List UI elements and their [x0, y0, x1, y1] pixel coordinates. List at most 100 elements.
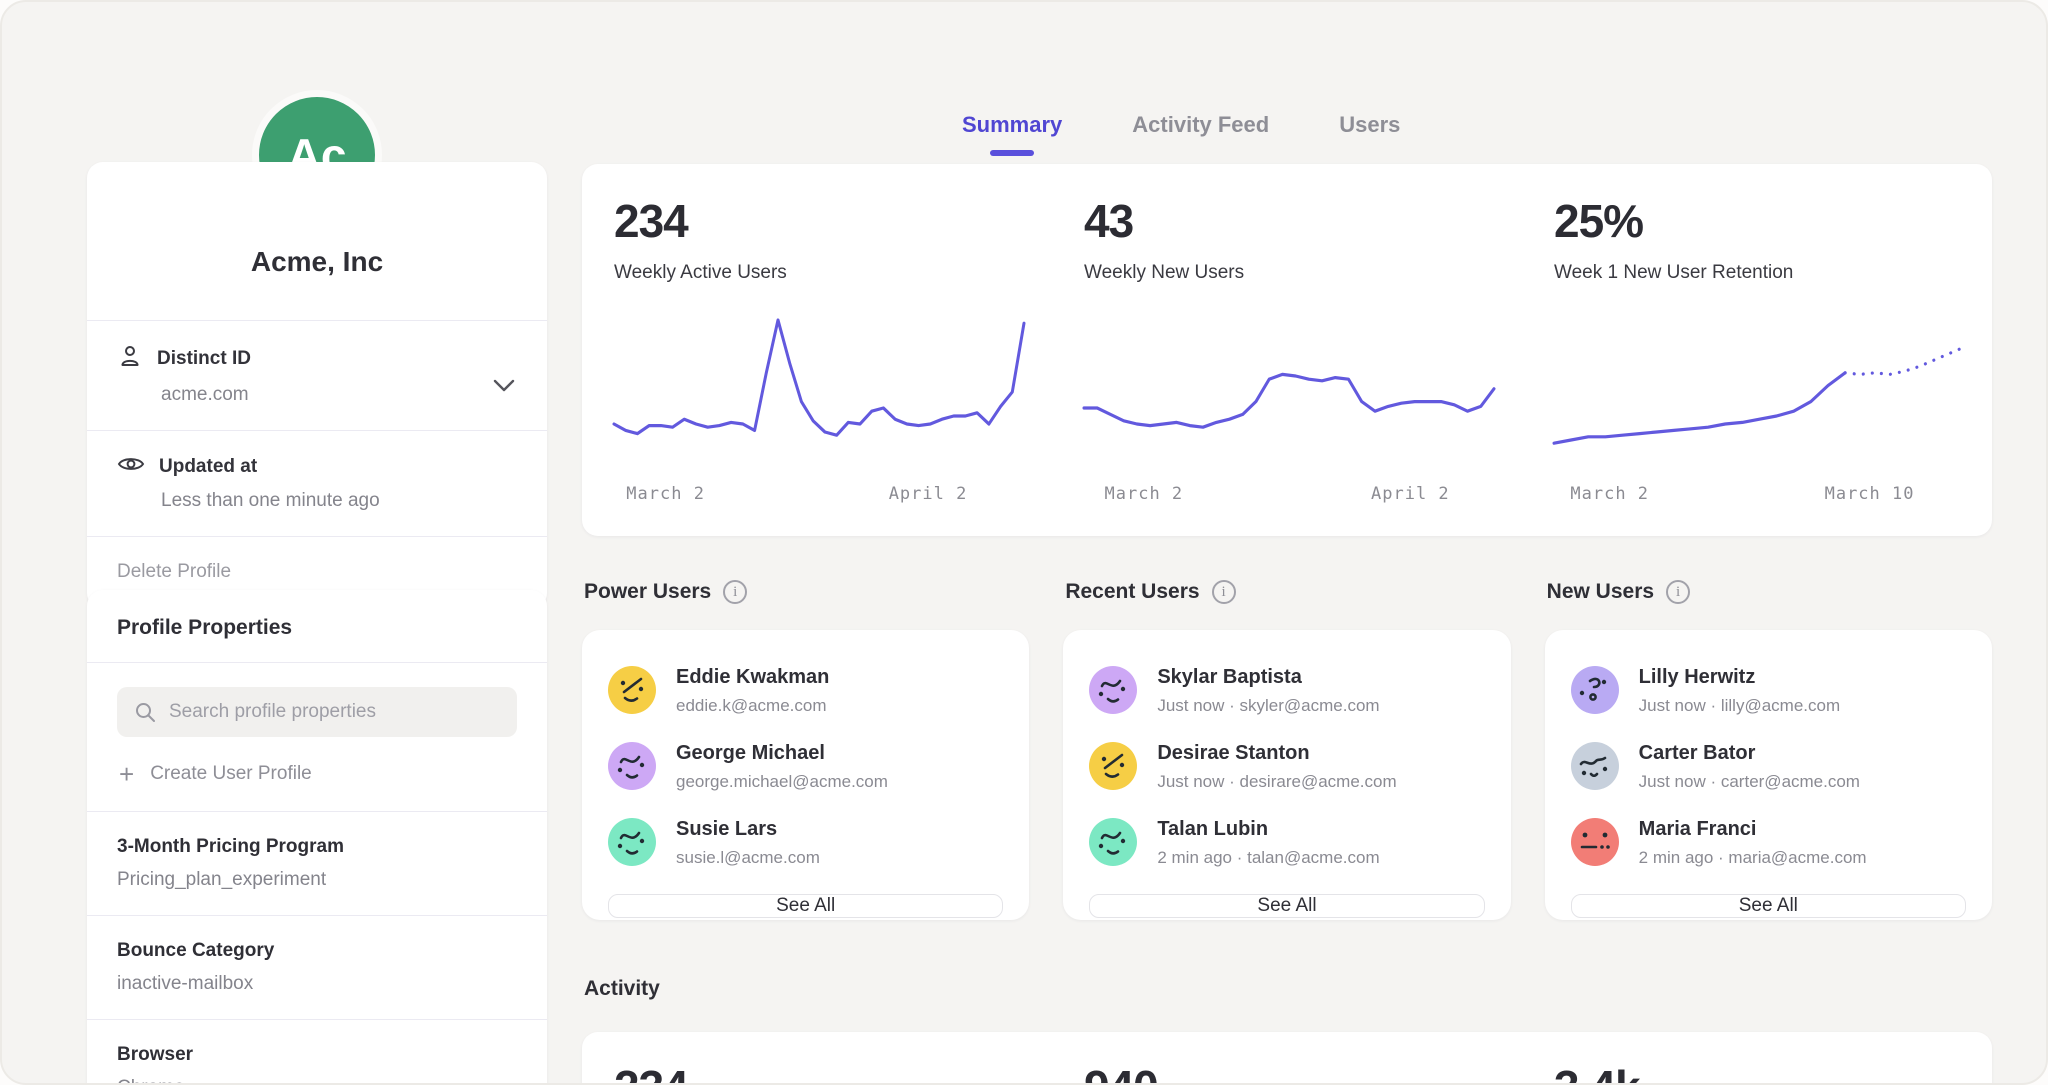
- see-all-button[interactable]: See All: [608, 894, 1003, 918]
- person-icon: [117, 343, 143, 374]
- profile-properties-search: [117, 687, 517, 737]
- tab-activity-feed[interactable]: Activity Feed: [1132, 112, 1269, 156]
- user-avatar: [608, 666, 656, 714]
- user-subtitle: george.michael@acme.com: [676, 772, 888, 792]
- user-list-item[interactable]: Maria Franci 2 min ago · maria@acme.com: [1571, 818, 1966, 868]
- search-icon: [133, 700, 157, 729]
- profile-properties-card: Profile Properties + Create User Profile…: [87, 590, 547, 1085]
- sparkline-svg: [1554, 312, 1964, 472]
- user-subtitle: susie.l@acme.com: [676, 848, 820, 868]
- x-axis-ticks: March 2April 2: [614, 484, 1024, 514]
- user-avatar: [1089, 742, 1137, 790]
- user-avatar: [1571, 666, 1619, 714]
- user-section-title: New Users: [1547, 580, 1654, 604]
- profile-field-label: Distinct ID: [157, 348, 251, 370]
- activity-stat-value: 3.4k: [1522, 1032, 1992, 1085]
- user-avatar: [608, 818, 656, 866]
- user-name: Maria Franci: [1639, 818, 1867, 841]
- profile-property-row[interactable]: 3-Month Pricing Program Pricing_plan_exp…: [87, 812, 547, 915]
- tab-users[interactable]: Users: [1339, 112, 1400, 156]
- user-subtitle: Just now · skyler@acme.com: [1157, 696, 1379, 716]
- profile-field-value: Less than one minute ago: [161, 490, 517, 512]
- user-list-item[interactable]: Lilly Herwitz Just now · lilly@acme.com: [1571, 666, 1966, 716]
- activity-stat-value: 940: [1052, 1032, 1522, 1085]
- plus-icon: +: [119, 765, 134, 783]
- x-axis-tick-label: April 2: [889, 484, 968, 504]
- see-all-button[interactable]: See All: [1089, 894, 1484, 918]
- x-axis-tick-label: March 2: [1105, 484, 1184, 504]
- user-name: Carter Bator: [1639, 742, 1860, 765]
- user-list-item[interactable]: Skylar Baptista Just now · skyler@acme.c…: [1089, 666, 1484, 716]
- eye-icon: [117, 453, 145, 480]
- summary-stats-card: 234 Weekly Active Users March 2April 2 4…: [582, 164, 1992, 536]
- user-name: Susie Lars: [676, 818, 820, 841]
- user-avatar: [1089, 818, 1137, 866]
- x-axis-tick-label: April 2: [1371, 484, 1450, 504]
- profile-property-row[interactable]: Bounce Category inactive-mailbox: [87, 916, 547, 1019]
- user-section-recent-users: Recent Users i Skylar Baptista Just now …: [1063, 580, 1510, 920]
- stat-value: 43: [1084, 194, 1494, 248]
- stat-column: 43 Weekly New Users March 2 April 2: [1052, 164, 1522, 536]
- profile-field-row[interactable]: Updated at Less than one minute ago: [87, 431, 547, 536]
- user-list-item[interactable]: George Michael george.michael@acme.com: [608, 742, 1003, 792]
- company-profile-card: Acme, Inc Distinct ID acme.com Updated a…: [87, 162, 547, 609]
- property-name: Browser: [117, 1044, 517, 1066]
- activity-card: 2349403.4k: [582, 1032, 1992, 1085]
- user-name: Lilly Herwitz: [1639, 666, 1840, 689]
- user-list-item[interactable]: Susie Lars susie.l@acme.com: [608, 818, 1003, 868]
- user-name: George Michael: [676, 742, 888, 765]
- user-name: Skylar Baptista: [1157, 666, 1379, 689]
- user-list-item[interactable]: Eddie Kwakman eddie.k@acme.com: [608, 666, 1003, 716]
- user-section-power-users: Power Users i Eddie Kwakman eddie.k@acme…: [582, 580, 1029, 920]
- property-value: inactive-mailbox: [117, 973, 517, 995]
- user-list-card: Eddie Kwakman eddie.k@acme.com George Mi…: [582, 630, 1029, 920]
- profile-dashboard: Ac Acme, Inc Distinct ID acme.com: [0, 0, 2048, 1085]
- user-list-item[interactable]: Talan Lubin 2 min ago · talan@acme.com: [1089, 818, 1484, 868]
- company-title-block: Acme, Inc: [87, 162, 547, 320]
- stat-label: Weekly Active Users: [614, 262, 1024, 284]
- info-icon[interactable]: i: [723, 580, 747, 604]
- property-name: 3-Month Pricing Program: [117, 836, 517, 858]
- user-avatar: [608, 742, 656, 790]
- x-axis-tick-label: March 2: [1570, 484, 1649, 504]
- profile-field-row[interactable]: Distinct ID acme.com: [87, 321, 547, 430]
- profile-properties-title: Profile Properties: [87, 590, 547, 662]
- profile-property-row[interactable]: Browser Chrome: [87, 1020, 547, 1085]
- stat-value: 25%: [1554, 194, 1964, 248]
- sparkline-chart: March 2March 10: [1554, 312, 1964, 508]
- user-avatar: [1089, 666, 1137, 714]
- user-subtitle: Just now · lilly@acme.com: [1639, 696, 1840, 716]
- profile-field-value: acme.com: [161, 384, 517, 406]
- create-user-profile-button[interactable]: + Create User Profile: [87, 737, 547, 811]
- profile-tabs: Summary Activity Feed Users: [962, 112, 1400, 156]
- user-avatar: [1571, 818, 1619, 866]
- activity-stat-value: 234: [582, 1032, 1052, 1085]
- sparkline-chart: March 2April 2: [614, 312, 1024, 508]
- info-icon[interactable]: i: [1666, 580, 1690, 604]
- user-name: Desirae Stanton: [1157, 742, 1396, 765]
- user-list-item[interactable]: Desirae Stanton Just now · desirare@acme…: [1089, 742, 1484, 792]
- create-user-profile-label: Create User Profile: [150, 763, 312, 785]
- info-icon[interactable]: i: [1212, 580, 1236, 604]
- property-name: Bounce Category: [117, 940, 517, 962]
- tab-summary[interactable]: Summary: [962, 112, 1062, 156]
- chevron-down-icon[interactable]: [493, 379, 515, 398]
- activity-title: Activity: [584, 977, 660, 1001]
- user-section-title: Power Users: [584, 580, 711, 604]
- user-name: Eddie Kwakman: [676, 666, 829, 689]
- search-profile-properties-input[interactable]: [117, 687, 517, 737]
- stat-label: Weekly New Users: [1084, 262, 1494, 284]
- user-subtitle: Just now · carter@acme.com: [1639, 772, 1860, 792]
- x-axis-ticks: March 2 April 2: [1084, 484, 1494, 514]
- sparkline-svg: [614, 312, 1024, 472]
- see-all-button[interactable]: See All: [1571, 894, 1966, 918]
- property-value: Pricing_plan_experiment: [117, 869, 517, 891]
- sparkline-chart: March 2 April 2: [1084, 312, 1494, 508]
- user-subtitle: eddie.k@acme.com: [676, 696, 829, 716]
- user-avatar: [1571, 742, 1619, 790]
- active-tab-underline: [990, 150, 1034, 156]
- divider: [87, 662, 547, 663]
- user-sections: Power Users i Eddie Kwakman eddie.k@acme…: [582, 580, 1992, 920]
- user-list-item[interactable]: Carter Bator Just now · carter@acme.com: [1571, 742, 1966, 792]
- stat-column: 234 Weekly Active Users March 2April 2: [582, 164, 1052, 536]
